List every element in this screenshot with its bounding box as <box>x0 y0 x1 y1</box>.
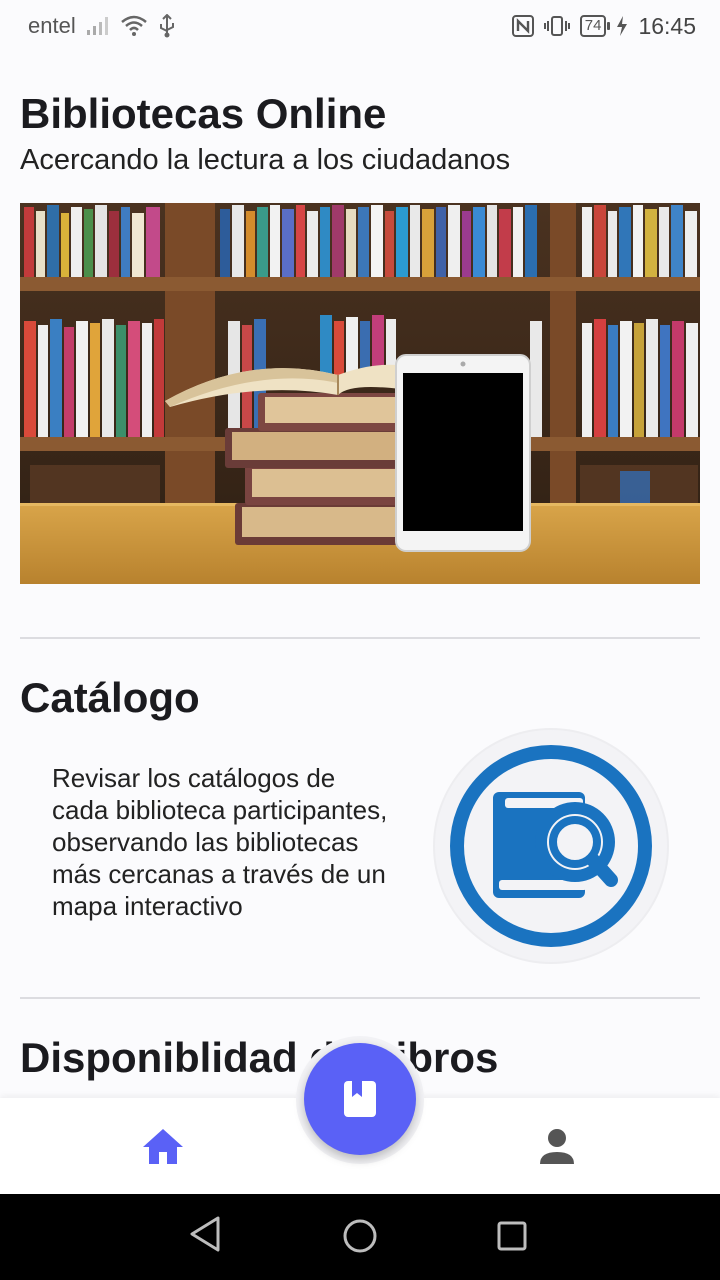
app-subtitle: Acercando la lectura a los ciudadanos <box>20 144 511 176</box>
system-nav-bar <box>0 1194 720 1280</box>
usb-icon <box>158 14 176 38</box>
home-icon <box>143 1129 183 1164</box>
availability-title: Disponiblidad de Libros <box>20 1034 499 1081</box>
recents-icon[interactable] <box>496 1220 528 1257</box>
battery-icon: 74 <box>579 15 611 37</box>
catalog-title: Catálogo <box>20 674 200 721</box>
nfc-icon <box>511 15 534 37</box>
book-icon <box>344 1081 376 1117</box>
book-search-icon <box>450 745 652 947</box>
app-title: Bibliotecas Online <box>20 90 387 137</box>
back-icon[interactable] <box>188 1214 222 1259</box>
catalog-description: Revisar los catálogos de cada biblioteca… <box>52 763 388 921</box>
vibrate-icon <box>543 15 570 37</box>
nav-home-button[interactable] <box>140 1126 186 1166</box>
wifi-icon <box>120 15 148 37</box>
fab-book-button[interactable] <box>304 1043 416 1155</box>
charging-icon <box>616 15 628 37</box>
carrier-label: entel <box>28 13 76 38</box>
hero-image <box>20 203 700 584</box>
header: Bibliotecas Online Acercando la lectura … <box>20 88 700 180</box>
person-icon <box>540 1129 574 1164</box>
home-circle-icon[interactable] <box>342 1218 378 1259</box>
catalog-badge[interactable] <box>435 730 667 962</box>
nav-profile-button[interactable] <box>536 1126 578 1168</box>
battery-level: 74 <box>584 17 602 34</box>
divider <box>20 997 700 999</box>
status-bar: entel 74 16:45 <box>0 0 720 52</box>
divider <box>20 637 700 639</box>
signal-icon <box>86 16 110 36</box>
clock: 16:45 <box>638 12 696 39</box>
